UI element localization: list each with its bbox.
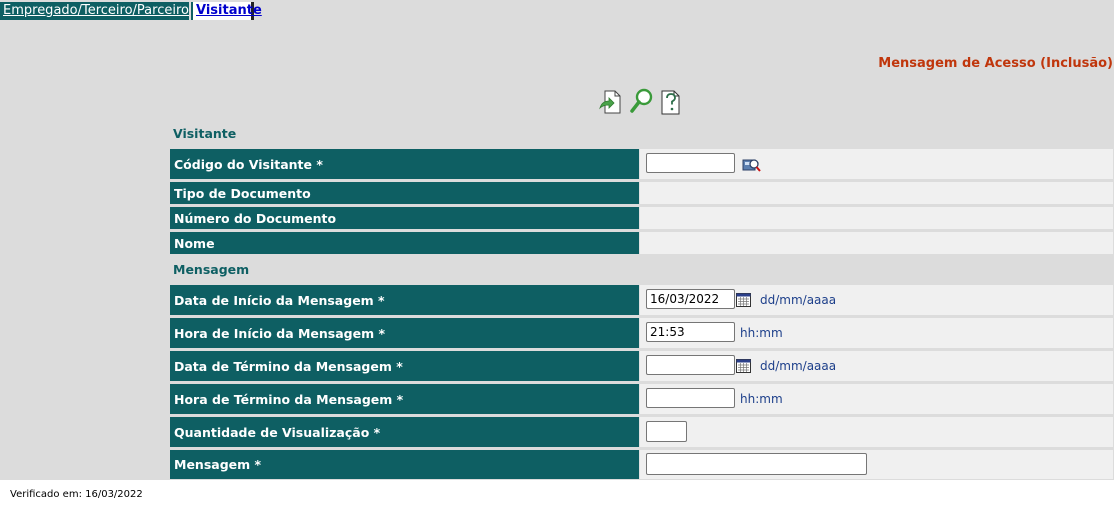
data-inicio-format-hint: dd/mm/aaaa [760,293,837,307]
data-inicio-cell: dd/mm/aaaa [639,285,1113,315]
mensagem-input[interactable] [646,453,867,475]
data-termino-calendar-icon[interactable] [736,359,751,373]
quantidade-visualizacao-cell [639,417,1113,447]
hora-inicio-cell: hh:mm [639,318,1113,348]
section-mensagem: Mensagem [173,262,250,277]
numero-documento-value [639,207,1113,229]
hora-termino-label: Hora de Término da Mensagem * [170,384,639,414]
magnifier-search-icon[interactable] [629,88,655,116]
codigo-visitante-label: Código do Visitante * [170,149,639,179]
verification-footer: Verificado em: 16/03/2022 [10,489,143,500]
help-document-icon[interactable] [658,88,684,116]
section-visitante: Visitante [173,126,237,141]
mensagem-cell [639,450,1113,479]
row-hora-termino: Hora de Término da Mensagem * hh:mm [170,384,1113,414]
row-mensagem: Mensagem * [170,450,1113,479]
send-document-icon[interactable] [598,88,624,116]
tipo-documento-label: Tipo de Documento [170,182,639,204]
data-termino-input[interactable] [646,355,735,375]
quantidade-visualizacao-label: Quantidade de Visualização * [170,417,639,447]
row-codigo-visitante: Código do Visitante * [170,149,1113,179]
data-inicio-input[interactable] [646,289,735,309]
tipo-documento-value [639,182,1113,204]
hora-termino-cell: hh:mm [639,384,1113,414]
mensagem-label: Mensagem * [170,450,639,479]
data-inicio-label: Data de Início da Mensagem * [170,285,639,315]
row-quantidade-visualizacao: Quantidade de Visualização * [170,417,1113,447]
row-hora-inicio: Hora de Início da Mensagem * hh:mm [170,318,1113,348]
data-termino-format-hint: dd/mm/aaaa [760,359,837,373]
row-numero-documento: Número do Documento [170,207,1113,229]
codigo-visitante-cell [639,149,1113,179]
row-data-inicio: Data de Início da Mensagem * dd/mm/aaaa [170,285,1113,315]
nome-label: Nome [170,232,639,254]
data-termino-cell: dd/mm/aaaa [639,351,1113,381]
row-data-termino: Data de Término da Mensagem * dd/mm/aaaa [170,351,1113,381]
data-termino-label: Data de Término da Mensagem * [170,351,639,381]
tab-empregado-terceiro-parceiro[interactable]: Empregado/Terceiro/Parceiro [0,2,189,20]
row-tipo-documento: Tipo de Documento [170,182,1113,204]
mensagem-section-bar [170,257,1113,283]
hora-termino-input[interactable] [646,388,735,408]
codigo-visitante-input[interactable] [646,153,735,173]
hora-inicio-format-hint: hh:mm [740,326,783,340]
page-title: Mensagem de Acesso (Inclusão) [878,56,1113,71]
hora-inicio-input[interactable] [646,322,735,342]
hora-termino-format-hint: hh:mm [740,392,783,406]
nome-value [639,232,1113,254]
tab-visitante[interactable]: Visitante [191,2,262,20]
row-nome: Nome [170,232,1113,254]
quantidade-visualizacao-input[interactable] [646,421,687,442]
data-inicio-calendar-icon[interactable] [736,293,751,307]
hora-inicio-label: Hora de Início da Mensagem * [170,318,639,348]
numero-documento-label: Número do Documento [170,207,639,229]
lookup-visitante-icon[interactable] [742,156,762,174]
